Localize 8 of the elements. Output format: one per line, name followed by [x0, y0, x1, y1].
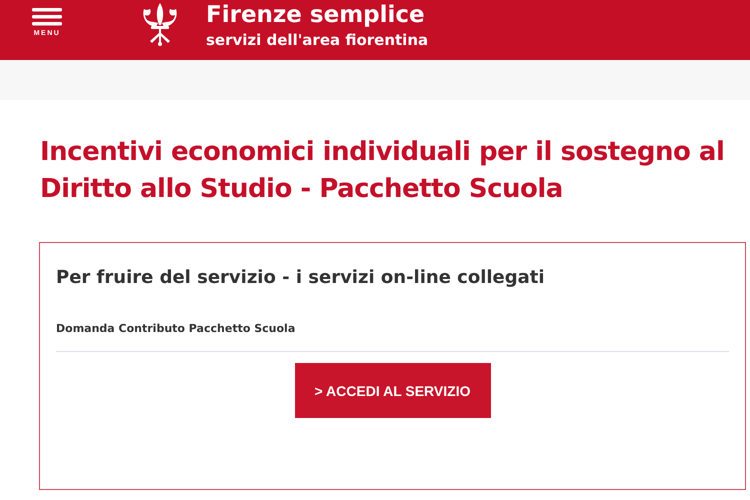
service-name: Domanda Contributo Pacchetto Scuola	[56, 322, 296, 335]
page-title: Incentivi economici individuali per il sostegno al Diritto allo Studio - Pacchetto Scuola	[40, 136, 726, 206]
menu-icon	[32, 8, 62, 26]
card-heading: Per fruire del servizio - i servizi on-line collegati	[56, 267, 546, 288]
site-title: Firenze semplice	[206, 1, 426, 29]
site-subtitle: servizi dell'area fiorentina	[206, 30, 428, 51]
fleur-de-lis-icon	[142, 1, 178, 47]
access-service-button[interactable]: > ACCEDI AL SERVIZIO	[294, 363, 490, 418]
